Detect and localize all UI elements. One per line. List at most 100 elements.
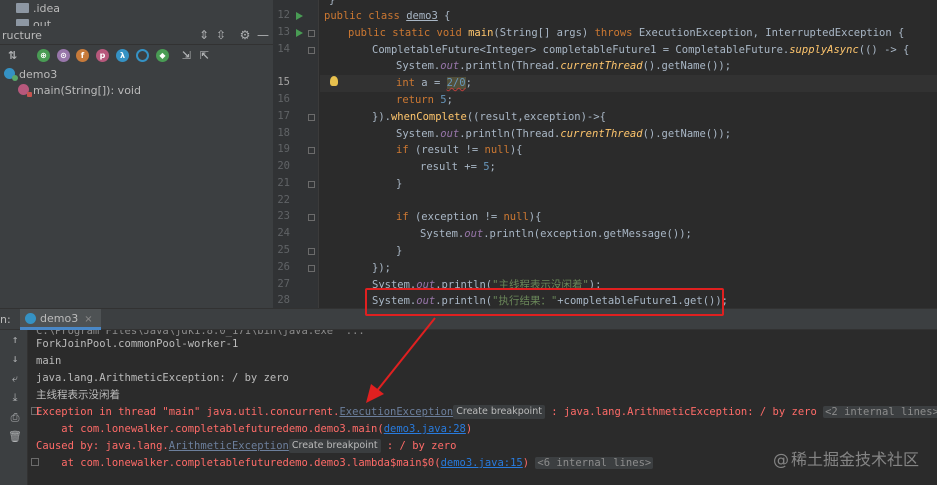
- close-icon[interactable]: ×: [84, 314, 92, 325]
- show-properties-icon[interactable]: p: [96, 49, 109, 62]
- sort-icon[interactable]: ⇅: [6, 49, 19, 62]
- line-number: 13: [277, 26, 290, 38]
- structure-title: ructure: [2, 29, 42, 42]
- source-link[interactable]: demo3.java:15: [441, 457, 523, 469]
- console-line: 主线程表示没闲着: [36, 389, 120, 401]
- code-editor[interactable]: 12 13 14 15 14 16 17 18 19 20 21 22 23 2…: [273, 0, 937, 308]
- fold-icon[interactable]: [308, 248, 315, 255]
- folder-icon: [16, 19, 29, 26]
- structure-method-label: main(String[]): void: [33, 84, 141, 97]
- line-number: 17: [277, 110, 290, 122]
- fold-icon[interactable]: [308, 30, 315, 37]
- run-icon[interactable]: [296, 29, 303, 37]
- class-icon: [25, 313, 36, 324]
- code-line: public class demo3 {: [324, 10, 451, 22]
- show-anonymous-icon[interactable]: [136, 49, 149, 62]
- structure-header: ructure ⇕ ⇳ ⚙ —: [0, 26, 273, 45]
- console-line: Caused by: java.lang.ArithmeticException…: [36, 439, 457, 453]
- minimize-icon[interactable]: —: [256, 28, 270, 42]
- exception-link[interactable]: ArithmeticException: [169, 440, 289, 452]
- line-number: 25: [277, 244, 290, 256]
- show-fields-icon[interactable]: f: [76, 49, 89, 62]
- fold-icon[interactable]: [308, 47, 315, 54]
- class-icon: [4, 68, 18, 81]
- project-structure-panel: .idea out ructure ⇕ ⇳ ⚙ — ⇅ ⊕ ⊙ f p λ ◆ …: [0, 0, 273, 308]
- collapse-all-icon[interactable]: ⇳: [214, 28, 228, 42]
- scroll-up-icon[interactable]: ↑: [8, 333, 22, 347]
- scroll-down-icon[interactable]: ↓: [8, 352, 22, 366]
- line-number: 21: [277, 177, 290, 189]
- autoscroll-from-source-icon[interactable]: ⇱: [198, 49, 211, 62]
- fold-icon[interactable]: [308, 114, 315, 121]
- tree-item-label: .idea: [33, 2, 61, 15]
- structure-class-item[interactable]: demo3: [4, 68, 57, 84]
- gutter-row: 26: [273, 260, 319, 277]
- gutter-row: 15: [273, 75, 319, 92]
- source-link[interactable]: demo3.java:28: [384, 423, 466, 435]
- line-number: 26: [277, 261, 290, 273]
- line-number: 12: [277, 9, 290, 21]
- autoscroll-to-source-icon[interactable]: ⇲: [180, 49, 193, 62]
- line-number: 15: [277, 76, 290, 88]
- gutter-row: 12: [273, 8, 319, 25]
- scroll-to-end-icon[interactable]: ⤓: [8, 391, 22, 405]
- print-icon[interactable]: ⎙: [8, 411, 22, 425]
- gutter-row: 14: [273, 42, 319, 59]
- tree-item-idea[interactable]: .idea: [16, 2, 60, 18]
- gutter-row: 23: [273, 209, 319, 226]
- gutter-row: 14: [273, 58, 319, 75]
- gutter-row: 22: [273, 193, 319, 210]
- structure-toolbar: ⇅ ⊕ ⊙ f p λ ◆ ⇲ ⇱: [0, 46, 273, 66]
- fold-icon[interactable]: [308, 214, 315, 221]
- run-tab-label: demo3: [40, 312, 79, 325]
- create-breakpoint-chip[interactable]: Create breakpoint: [288, 439, 381, 453]
- structure-method-item[interactable]: main(String[]): void: [18, 84, 141, 100]
- lightbulb-icon[interactable]: [330, 76, 338, 86]
- expand-all-icon[interactable]: ⇕: [197, 28, 211, 42]
- gutter-row: 24: [273, 226, 319, 243]
- tree-item-out[interactable]: out: [16, 18, 51, 26]
- trash-icon[interactable]: 🗑: [8, 430, 22, 444]
- console-line: ForkJoinPool.commonPool-worker-1: [36, 338, 239, 350]
- run-tab-demo3[interactable]: demo3 ×: [20, 309, 101, 330]
- show-lambdas-icon[interactable]: λ: [116, 49, 129, 62]
- run-icon[interactable]: [296, 12, 303, 20]
- editor-gutter: 12 13 14 15 14 16 17 18 19 20 21 22 23 2…: [273, 0, 319, 308]
- fold-icon[interactable]: [308, 265, 315, 272]
- code-line: System.out.println(exception.getMessage(…: [420, 228, 692, 240]
- run-panel-label: n:: [0, 313, 11, 326]
- code-line: CompletableFuture<Integer> completableFu…: [372, 44, 910, 56]
- gutter-row: 27: [273, 277, 319, 294]
- exception-link[interactable]: ExecutionException: [339, 406, 453, 418]
- console-line: at com.lonewalker.completablefuturedemo.…: [36, 457, 654, 469]
- gutter-row: 20: [273, 159, 319, 176]
- show-inherited-icon[interactable]: ⊙: [57, 49, 70, 62]
- code-line: }: [396, 178, 403, 190]
- gear-icon[interactable]: ⚙: [238, 28, 252, 42]
- visibility-icon[interactable]: ⊕: [37, 49, 50, 62]
- line-number: 23: [277, 210, 290, 222]
- line-number: 28: [277, 294, 290, 306]
- internal-lines-fold[interactable]: <2 internal lines>: [823, 406, 937, 418]
- line-number: 19: [277, 143, 290, 155]
- code-line: result += 5;: [420, 161, 496, 173]
- internal-lines-fold[interactable]: <6 internal lines>: [535, 457, 654, 469]
- console-line: at com.lonewalker.completablefuturedemo.…: [36, 423, 473, 435]
- show-non-public-icon[interactable]: ◆: [156, 49, 169, 62]
- fold-icon[interactable]: [308, 147, 315, 154]
- line-number: 27: [277, 278, 290, 290]
- code-line: }).whenComplete((result,exception)->{: [372, 111, 606, 123]
- code-line: return 5;: [396, 94, 453, 106]
- create-breakpoint-chip[interactable]: Create breakpoint: [453, 405, 545, 419]
- watermark: @ 稀土掘金技术社区: [772, 450, 919, 469]
- folder-icon: [16, 3, 29, 13]
- code-line: if (exception != null){: [396, 211, 542, 223]
- code-line: System.out.println(Thread.currentThread(…: [396, 128, 732, 140]
- gutter-row: 19: [273, 142, 319, 159]
- soft-wrap-icon[interactable]: ⤶: [8, 372, 22, 386]
- console-line: Exception in thread "main" java.util.con…: [36, 404, 937, 421]
- line-number: 24: [277, 227, 290, 239]
- fold-icon[interactable]: [308, 181, 315, 188]
- code-line: if (result != null){: [396, 144, 523, 156]
- gutter-row: 16: [273, 92, 319, 109]
